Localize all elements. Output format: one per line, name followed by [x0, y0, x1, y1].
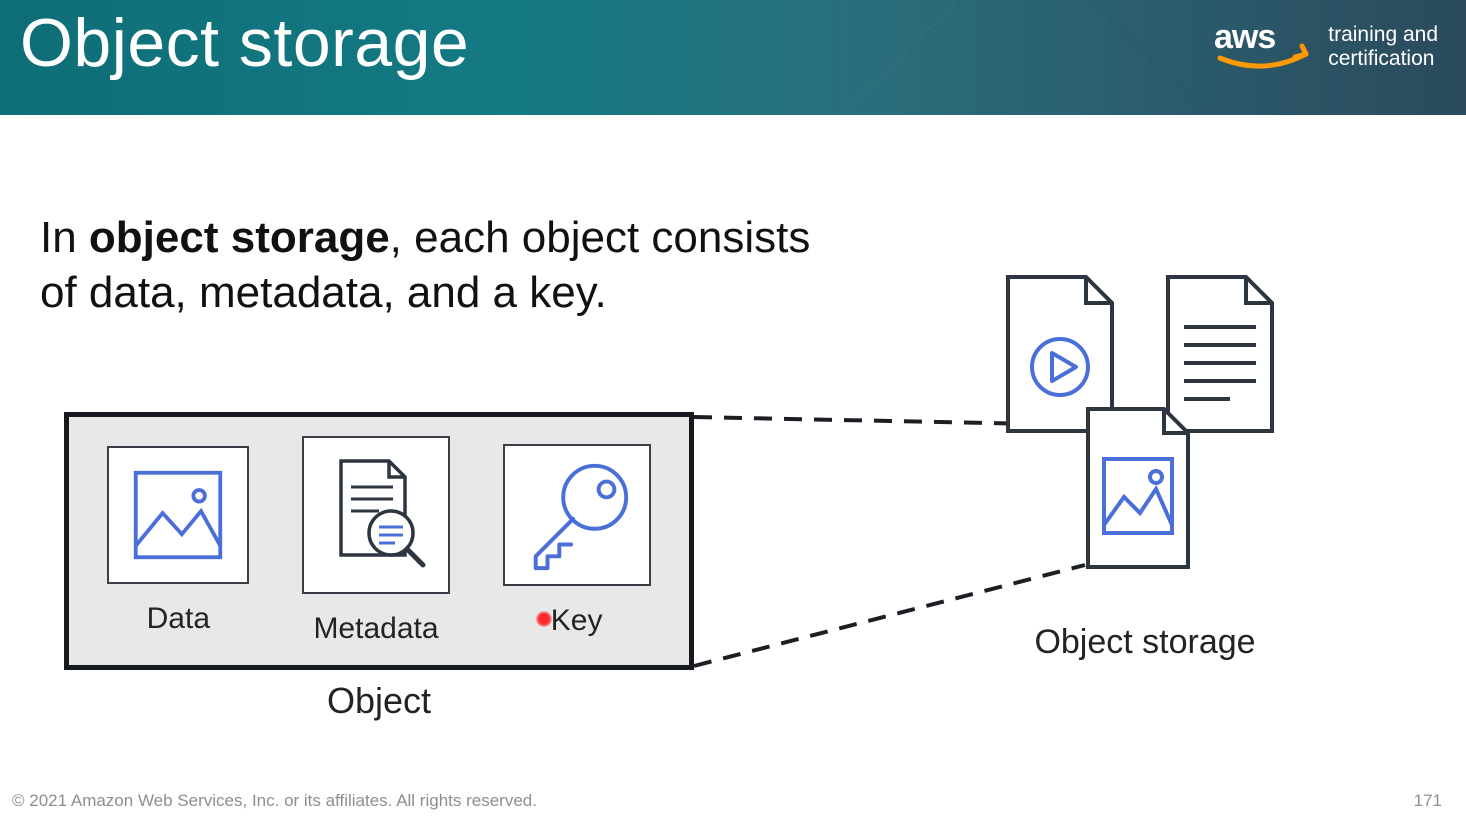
storage-label: Object storage: [990, 623, 1300, 662]
data-label: Data: [107, 602, 249, 636]
slide-title: Object storage: [20, 4, 469, 79]
page-number: 171: [1414, 791, 1442, 811]
aws-brand: aws training and certification: [1214, 4, 1438, 76]
image-icon: [130, 467, 226, 563]
metadata-tile: [302, 436, 450, 594]
image-file-icon: [1088, 409, 1188, 567]
slide-footer: © 2021 Amazon Web Services, Inc. or its …: [0, 791, 1466, 823]
svg-text:aws: aws: [1214, 18, 1275, 56]
slide-header: Object storage aws training and certific…: [0, 0, 1466, 115]
object-box: Data Metadata: [64, 412, 694, 670]
metadata-label: Metadata: [302, 612, 450, 646]
object-caption: Object: [64, 680, 694, 722]
object-item-data: Data: [107, 446, 249, 636]
brand-tagline: training and certification: [1328, 23, 1438, 71]
key-tile: [503, 444, 651, 586]
key-icon: [518, 456, 636, 574]
brand-tagline-line1: training and: [1328, 23, 1438, 47]
copyright-text: © 2021 Amazon Web Services, Inc. or its …: [12, 791, 537, 811]
object-item-key: Key: [503, 444, 651, 638]
laser-pointer-icon: [536, 611, 552, 627]
aws-logo-icon: aws: [1214, 18, 1314, 76]
key-label: Key: [503, 604, 651, 638]
document-search-icon: [321, 455, 431, 575]
storage-file-group: [1000, 275, 1290, 585]
slide-body: In object storage, each object consists …: [0, 115, 1466, 823]
text-file-icon: [1168, 277, 1272, 431]
brand-tagline-line2: certification: [1328, 47, 1438, 71]
data-tile: [107, 446, 249, 584]
object-item-metadata: Metadata: [302, 436, 450, 646]
